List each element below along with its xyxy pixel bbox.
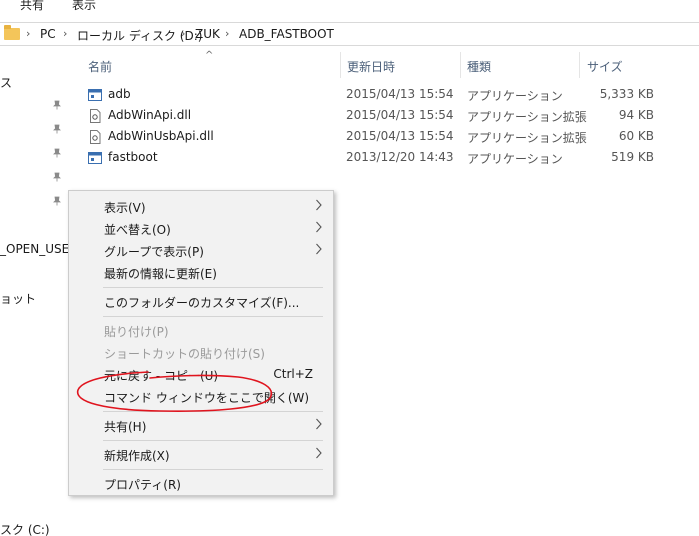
tab-view[interactable]: 表示 <box>72 0 96 13</box>
menu-item-label: このフォルダーのカスタマイズ(F)... <box>104 296 300 310</box>
dll-icon <box>90 130 101 144</box>
file-size: 5,333 KB <box>599 87 654 101</box>
menu-item-label: 共有(H) <box>104 420 147 434</box>
menu-separator <box>103 316 323 317</box>
menu-item-customize-folder[interactable]: このフォルダーのカスタマイズ(F)... <box>69 291 333 313</box>
menu-item-sort[interactable]: 並べ替え(O) <box>69 218 333 240</box>
column-header-type[interactable]: 種類 <box>467 58 491 75</box>
nav-item-local-disk-c[interactable]: スク (C:) <box>0 521 50 536</box>
nav-item-screenshots[interactable]: ョット <box>0 290 36 307</box>
menu-item-label: ショートカットの貼り付け(S) <box>104 347 265 361</box>
nav-item-quick-access[interactable]: ス <box>0 74 12 91</box>
file-type: アプリケーション <box>467 152 563 166</box>
file-type: アプリケーション拡張 <box>467 110 587 124</box>
breadcrumb-zuk[interactable]: ZUK <box>195 27 220 41</box>
breadcrumb-adb-fastboot[interactable]: ADB_FASTBOOT <box>239 27 334 41</box>
context-menu: 表示(V) 並べ替え(O) グループで表示(P) 最新の情報に更新(E) このフ… <box>68 190 334 496</box>
menu-separator <box>103 411 323 412</box>
menu-item-label: 貼り付け(P) <box>104 325 169 339</box>
navigation-pane: ス _OPEN_USER ョット スク (C:) <box>0 48 70 536</box>
chevron-right-icon[interactable]: › <box>225 27 229 40</box>
menu-item-label: グループで表示(P) <box>104 245 204 259</box>
menu-separator <box>103 440 323 441</box>
column-header-size[interactable]: サイズ <box>587 58 623 75</box>
menu-separator <box>103 287 323 288</box>
file-date: 2013/12/20 14:43 <box>346 150 454 164</box>
pin-icon[interactable] <box>52 196 62 206</box>
menu-item-share[interactable]: 共有(H) <box>69 415 333 437</box>
address-bar[interactable]: › PC › ローカル ディスク (D:) › ZUK › ADB_FASTBO… <box>0 22 699 46</box>
file-name: fastboot <box>108 150 158 164</box>
menu-item-new[interactable]: 新規作成(X) <box>69 444 333 466</box>
menu-item-label: 元に戻す - コピー(U) <box>104 369 219 383</box>
file-date: 2015/04/13 15:54 <box>346 108 454 122</box>
chevron-right-icon <box>316 243 322 255</box>
file-type: アプリケーション <box>467 89 563 103</box>
menu-item-undo-copy[interactable]: 元に戻す - コピー(U) Ctrl+Z <box>69 364 333 386</box>
ribbon-tabs: 共有 表示 <box>0 0 699 16</box>
menu-item-refresh[interactable]: 最新の情報に更新(E) <box>69 262 333 284</box>
menu-item-shortcut: Ctrl+Z <box>273 367 313 381</box>
menu-item-paste[interactable]: 貼り付け(P) <box>69 320 333 342</box>
chevron-right-icon <box>316 221 322 233</box>
chevron-right-icon[interactable]: › <box>181 27 185 40</box>
file-name: AdbWinUsbApi.dll <box>108 129 214 143</box>
breadcrumb-pc[interactable]: PC <box>40 27 56 41</box>
file-size: 60 KB <box>618 129 654 143</box>
chevron-right-icon <box>316 447 322 459</box>
file-name: AdbWinApi.dll <box>108 108 192 122</box>
menu-item-view[interactable]: 表示(V) <box>69 196 333 218</box>
chevron-right-icon <box>316 199 322 211</box>
tab-share[interactable]: 共有 <box>20 0 44 13</box>
chevron-right-icon[interactable]: › <box>63 27 67 40</box>
file-row[interactable]: adb 2015/04/13 15:54 アプリケーション 5,333 KB <box>80 85 680 106</box>
file-name: adb <box>108 87 131 101</box>
file-date: 2015/04/13 15:54 <box>346 129 454 143</box>
file-type: アプリケーション拡張 <box>467 131 587 145</box>
menu-item-group-by[interactable]: グループで表示(P) <box>69 240 333 262</box>
file-row[interactable]: AdbWinUsbApi.dll 2015/04/13 15:54 アプリケーシ… <box>80 127 680 148</box>
chevron-right-icon <box>316 418 322 430</box>
file-row[interactable]: fastboot 2013/12/20 14:43 アプリケーション 519 K… <box>80 148 680 169</box>
menu-item-properties[interactable]: プロパティ(R) <box>69 473 333 495</box>
column-divider[interactable] <box>579 52 580 78</box>
column-divider[interactable] <box>460 52 461 78</box>
menu-item-label: 最新の情報に更新(E) <box>104 267 217 281</box>
folder-icon <box>4 25 20 40</box>
menu-item-label: プロパティ(R) <box>104 478 181 492</box>
sort-up-icon: ^ <box>205 50 214 61</box>
dll-icon <box>90 109 101 123</box>
chevron-right-icon[interactable]: › <box>26 27 30 40</box>
pin-icon[interactable] <box>52 172 62 182</box>
file-date: 2015/04/13 15:54 <box>346 87 454 101</box>
file-size: 519 KB <box>611 150 654 164</box>
exe-icon <box>88 89 102 101</box>
menu-item-open-command-window[interactable]: コマンド ウィンドウをここで開く(W) <box>69 386 333 408</box>
column-divider[interactable] <box>340 52 341 78</box>
menu-item-label: 並べ替え(O) <box>104 223 171 237</box>
column-header-date[interactable]: 更新日時 <box>347 58 395 75</box>
menu-item-label: コマンド ウィンドウをここで開く(W) <box>104 391 310 405</box>
menu-item-paste-shortcut[interactable]: ショートカットの貼り付け(S) <box>69 342 333 364</box>
file-size: 94 KB <box>618 108 654 122</box>
menu-item-label: 新規作成(X) <box>104 449 170 463</box>
menu-separator <box>103 469 323 470</box>
menu-item-label: 表示(V) <box>104 201 146 215</box>
column-header-name[interactable]: 名前 <box>88 58 112 75</box>
pin-icon[interactable] <box>52 148 62 158</box>
pin-icon[interactable] <box>52 100 62 110</box>
nav-item-open-user[interactable]: _OPEN_USER <box>0 242 70 256</box>
pin-icon[interactable] <box>52 124 62 134</box>
file-row[interactable]: AdbWinApi.dll 2015/04/13 15:54 アプリケーション拡… <box>80 106 680 127</box>
exe-icon <box>88 152 102 164</box>
